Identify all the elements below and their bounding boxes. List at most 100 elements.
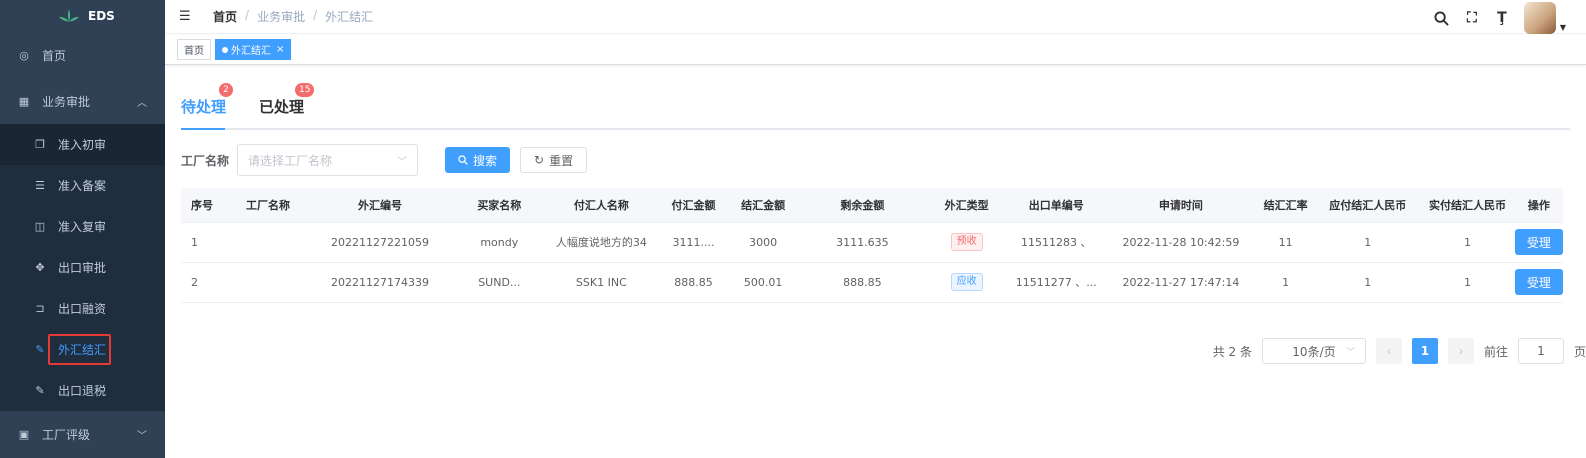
cell-payable-rmb: 1 [1315, 262, 1421, 303]
cell-action: 受理 [1514, 262, 1563, 303]
count-badge: 15 [295, 83, 315, 97]
reset-button[interactable]: ↻ 重置 [520, 147, 588, 173]
cell-payable-rmb: 1 [1315, 222, 1421, 263]
chevron-up-icon: ︿ [137, 97, 147, 109]
breadcrumb-item: 业务审批 [257, 10, 306, 24]
filter-form: 工厂名称 请选择工厂名称 ﹀ 搜索 ↻ 重置 [181, 144, 588, 176]
column-header: 出口单编号 [1006, 188, 1107, 223]
cell-index: 1 [181, 222, 231, 263]
edit-icon: ✎ [35, 384, 45, 397]
page-size-select[interactable]: 10条/页 ﹀ [1261, 338, 1366, 364]
sidebar-item-export-tax-refund[interactable]: ✎ 出口退税 [0, 370, 165, 411]
sidebar-item-business-approval[interactable]: ▦ 业务审批 ︿ [0, 78, 165, 124]
accept-button[interactable]: 受理 [1514, 269, 1563, 295]
page-number-current[interactable]: 1 [1411, 338, 1438, 364]
search-button[interactable]: 搜索 [445, 147, 511, 173]
total-count: 共 2 条 [1212, 344, 1252, 359]
goto-page-input[interactable]: 1 [1517, 338, 1564, 364]
cell-factory [230, 262, 306, 303]
columns-icon: ◫ [34, 220, 46, 233]
column-header: 外汇类型 [926, 188, 1007, 223]
goto-label: 前往 [1483, 344, 1508, 359]
column-header: 付汇人名称 [544, 188, 659, 223]
tab-label: 已处理 [259, 98, 305, 116]
font-size-icon[interactable]: Ţ [1494, 10, 1510, 26]
column-header: 结汇汇率 [1255, 188, 1316, 223]
column-header: 操作 [1514, 188, 1563, 223]
fullscreen-icon[interactable]: ⛶ [1464, 10, 1480, 26]
cell-rate: 11 [1255, 222, 1316, 263]
sidebar-item-label: 出口退税 [58, 384, 107, 398]
sidebar-item-admission-first-review[interactable]: ❐ 准入初审 [0, 124, 165, 165]
breadcrumb-separator: / [245, 8, 250, 22]
next-page-button[interactable]: › [1447, 338, 1474, 364]
sidebar-item-home[interactable]: ◎ 首页 [0, 32, 165, 78]
breadcrumb-item: 外汇结汇 [325, 10, 374, 24]
caret-down-icon[interactable]: ▼ [1560, 23, 1566, 32]
cell-apply-time: 2022-11-27 17:47:14 [1106, 262, 1256, 303]
page-suffix: 页 [1573, 344, 1586, 359]
sidebar-item-label: 准入初审 [58, 138, 107, 152]
cell-fx-no: 20221127221059 [305, 222, 455, 263]
edit-icon: ✎ [35, 343, 45, 356]
sidebar-item-admission-filing[interactable]: ☰ 准入备案 [0, 165, 165, 206]
accept-button[interactable]: 受理 [1514, 229, 1563, 255]
logo-leaf-icon [58, 9, 80, 22]
table-row: 1 20221127221059 mondy 人幅度说地方的34 3111...… [181, 222, 1563, 263]
count-badge: 2 [219, 83, 233, 97]
sidebar-item-export-financing[interactable]: ⊐ 出口融资 [0, 288, 165, 329]
panel-icon: ⊐ [35, 302, 45, 315]
cell-index: 2 [181, 262, 231, 303]
sidebar-item-label: 首页 [42, 48, 67, 63]
sidebar-item-label: 准入复审 [58, 220, 107, 234]
tag-fx-settlement[interactable]: 外汇结汇 × [215, 39, 292, 60]
column-header: 工厂名称 [230, 188, 306, 223]
breadcrumb-separator: / [313, 8, 318, 22]
select-placeholder: 请选择工厂名称 [248, 153, 333, 168]
fx-table: 序号 工厂名称 外汇编号 买家名称 付汇人名称 付汇金额 结汇金额 剩余金额 外… [181, 188, 1563, 303]
column-header: 外汇编号 [305, 188, 455, 223]
column-header: 买家名称 [454, 188, 544, 223]
sidebar-item-export-approval[interactable]: ✥ 出口审批 [0, 247, 165, 288]
sidebar-item-label: 出口审批 [58, 261, 107, 275]
tab-pending[interactable]: 待处理 2 [181, 83, 233, 117]
highlight-box [48, 334, 111, 365]
hamburger-icon[interactable]: ☰ [179, 9, 193, 24]
prev-page-button[interactable]: ‹ [1375, 338, 1402, 364]
document-copy-icon: ❐ [35, 138, 45, 151]
tags-view: 首页 外汇结汇 × [165, 35, 1586, 65]
tag-label: 外汇结汇 [231, 46, 271, 57]
cell-rate: 1 [1255, 262, 1316, 303]
cell-remaining: 3111.635 [797, 222, 927, 263]
breadcrumb-item[interactable]: 首页 [213, 8, 237, 25]
close-icon[interactable]: × [276, 44, 284, 55]
tab-label: 待处理 [181, 98, 227, 116]
cell-action: 受理 [1514, 222, 1563, 263]
column-header: 付汇金额 [658, 188, 729, 223]
cell-settle-amount: 500.01 [728, 262, 798, 303]
sidebar-item-fx-settlement[interactable]: ✎ 外汇结汇 [0, 329, 165, 370]
factory-name-select[interactable]: 请选择工厂名称 ﹀ [237, 144, 418, 176]
cell-buyer: SUND... [454, 262, 544, 303]
tag-home[interactable]: 首页 [177, 39, 211, 60]
search-icon [458, 155, 468, 165]
table-icon: ▦ [18, 94, 30, 108]
sidebar-item-label: 业务审批 [42, 94, 91, 109]
navbar: ☰ 首页 / 业务审批 / 外汇结汇 ⛶ Ţ ▼ [165, 0, 1586, 34]
cell-fx-type: 预收 [926, 222, 1007, 263]
avatar[interactable] [1523, 2, 1556, 34]
search-icon[interactable] [1434, 10, 1450, 26]
factory-name-label: 工厂名称 [181, 153, 230, 168]
logo[interactable]: EDS [0, 0, 165, 32]
sidebar-item-factory-rating[interactable]: ▣ 工厂评级 ﹀ [0, 411, 165, 457]
column-header: 序号 [181, 188, 231, 223]
tab-processed[interactable]: 已处理 15 [259, 83, 315, 117]
move-icon: ✥ [35, 261, 45, 274]
chevron-down-icon: ﹀ [397, 156, 407, 168]
logo-text: EDS [88, 9, 115, 23]
chevron-down-icon: ﹀ [1345, 347, 1355, 358]
sidebar-item-admission-re-review[interactable]: ◫ 准入复审 [0, 206, 165, 247]
tab-active-bar [181, 128, 225, 130]
chevron-down-icon: ﹀ [137, 430, 147, 442]
cell-apply-time: 2022-11-28 10:42:59 [1106, 222, 1256, 263]
